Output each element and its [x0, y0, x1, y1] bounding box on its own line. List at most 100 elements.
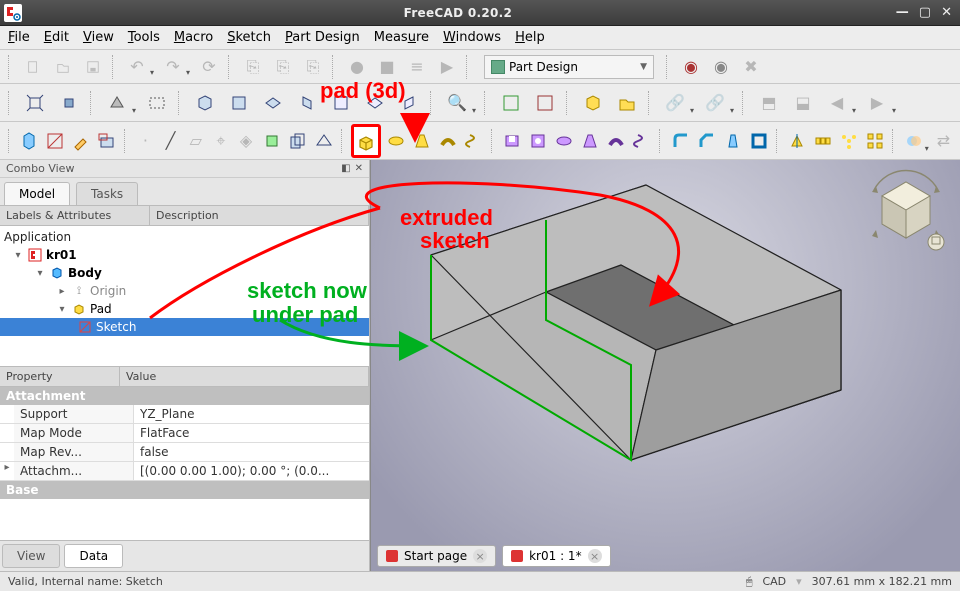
menu-sketch[interactable]: Sketch [227, 30, 271, 45]
close-tab-icon[interactable]: × [588, 549, 602, 563]
combo-float-button[interactable]: ◧ [341, 163, 350, 174]
tab-model[interactable]: Model [4, 182, 70, 205]
sync-view-button[interactable] [496, 88, 526, 118]
shapebinder-button[interactable]: ◈ [235, 126, 256, 156]
tree-origin[interactable]: ▸⟟Origin [0, 282, 369, 300]
thickness-button[interactable] [748, 126, 770, 156]
menu-file[interactable]: File [8, 30, 30, 45]
macro-rec-button[interactable]: ● [344, 54, 370, 80]
subloft-button[interactable] [579, 126, 601, 156]
maximize-button[interactable]: ▢ [919, 5, 931, 20]
polarpattern-button[interactable] [838, 126, 860, 156]
helix-button[interactable] [463, 126, 485, 156]
tab-tasks[interactable]: Tasks [76, 182, 138, 205]
menu-help[interactable]: Help [515, 30, 545, 45]
revolve-button[interactable] [385, 126, 407, 156]
map-sketch-button[interactable] [96, 126, 118, 156]
draw-style-button[interactable] [102, 88, 132, 118]
model-tree[interactable]: Application ▾kr01 ▾Body ▸⟟Origin ▾Pad Sk… [0, 226, 369, 366]
plane-button[interactable]: ▱ [185, 126, 206, 156]
lcs-button[interactable]: ⌖ [210, 126, 231, 156]
selfwd-button[interactable]: ▶ [862, 88, 892, 118]
open-file-button[interactable] [50, 54, 76, 80]
groove-button[interactable] [553, 126, 575, 156]
workbench-selector[interactable]: Part Design ▼ [484, 55, 654, 79]
redo-button[interactable]: ↷ [160, 54, 186, 80]
sync-view2-button[interactable] [530, 88, 560, 118]
nav-mode[interactable]: CAD [762, 575, 786, 588]
fillet-button[interactable] [670, 126, 692, 156]
right-view-button[interactable] [292, 88, 322, 118]
iso-view-button[interactable] [190, 88, 220, 118]
measure-toggle-button[interactable]: ◉ [708, 54, 734, 80]
group-button[interactable] [612, 88, 642, 118]
tree-root[interactable]: Application [0, 228, 369, 246]
sketch-button[interactable] [44, 126, 66, 156]
menu-partdesign[interactable]: Part Design [285, 30, 360, 45]
edit-sketch-button[interactable] [70, 126, 92, 156]
part-button[interactable] [578, 88, 608, 118]
zoom-button[interactable]: 🔍 [442, 88, 472, 118]
menu-macro[interactable]: Macro [174, 30, 213, 45]
link2-button[interactable]: ⎘ [270, 54, 296, 80]
combo-close-button[interactable]: ✕ [355, 163, 363, 174]
measure-linear-button[interactable]: ◉ [678, 54, 704, 80]
new-file-button[interactable] [20, 54, 46, 80]
fit-sel-button[interactable] [54, 88, 84, 118]
macro-stop-button[interactable]: ■ [374, 54, 400, 80]
tree-sketch[interactable]: Sketch [0, 318, 369, 336]
mirror-button[interactable] [786, 126, 808, 156]
varset-button[interactable]: ⬒ [754, 88, 784, 118]
tab-data[interactable]: Data [64, 544, 123, 568]
line-button[interactable]: ╱ [160, 126, 181, 156]
pipe-button[interactable] [437, 126, 459, 156]
fit-all-button[interactable] [20, 88, 50, 118]
pocket-button[interactable] [501, 126, 523, 156]
tree-doc[interactable]: ▾kr01 [0, 246, 369, 264]
close-button[interactable]: ✕ [941, 5, 952, 20]
subhelix-button[interactable] [631, 126, 653, 156]
macro-list-button[interactable]: ≡ [404, 54, 430, 80]
loft-button[interactable] [411, 126, 433, 156]
subshapebinder-button[interactable] [261, 126, 283, 156]
bottom-view-button[interactable] [360, 88, 390, 118]
prop-maprev[interactable]: Map Rev...false [0, 443, 369, 462]
save-button[interactable] [80, 54, 106, 80]
pad-button[interactable] [351, 124, 381, 158]
measure-clear-button[interactable]: ✖ [738, 54, 764, 80]
left-view-button[interactable] [394, 88, 424, 118]
boolean-button[interactable] [903, 126, 925, 156]
top-view-button[interactable] [258, 88, 288, 118]
tree-body[interactable]: ▾Body [0, 264, 369, 282]
menu-measure[interactable]: Measure [374, 30, 429, 45]
selback-button[interactable]: ◀ [822, 88, 852, 118]
bbox-button[interactable] [142, 88, 172, 118]
migrate-button[interactable]: ⇄ [933, 126, 954, 156]
minimize-button[interactable]: — [896, 5, 909, 20]
tab-document[interactable]: kr01 : 1*× [502, 545, 610, 567]
menu-view[interactable]: View [83, 30, 114, 45]
datum-button[interactable] [313, 126, 335, 156]
tab-startpage[interactable]: Start page× [377, 545, 496, 567]
undo-button[interactable]: ↶ [124, 54, 150, 80]
menu-windows[interactable]: Windows [443, 30, 501, 45]
link3-button[interactable]: ⎘ [300, 54, 326, 80]
body-button[interactable] [18, 126, 40, 156]
linkmake-button[interactable]: 🔗 [660, 88, 690, 118]
prop-support[interactable]: SupportYZ_Plane [0, 405, 369, 424]
multitransform-button[interactable] [864, 126, 886, 156]
tab-view[interactable]: View [2, 544, 60, 568]
rear-view-button[interactable] [326, 88, 356, 118]
clone-button[interactable] [287, 126, 309, 156]
point-button[interactable]: · [135, 126, 156, 156]
tree-button[interactable]: ⬓ [788, 88, 818, 118]
prop-mapmode[interactable]: Map ModeFlatFace [0, 424, 369, 443]
linkactions-button[interactable]: 🔗 [700, 88, 730, 118]
draft-button[interactable] [722, 126, 744, 156]
link-button[interactable]: ⎘ [240, 54, 266, 80]
chamfer-button[interactable] [696, 126, 718, 156]
prop-attachment[interactable]: ▸Attachm...[(0.00 0.00 1.00); 0.00 °; (0… [0, 462, 369, 481]
menu-tools[interactable]: Tools [128, 30, 160, 45]
tree-pad[interactable]: ▾Pad [0, 300, 369, 318]
front-view-button[interactable] [224, 88, 254, 118]
